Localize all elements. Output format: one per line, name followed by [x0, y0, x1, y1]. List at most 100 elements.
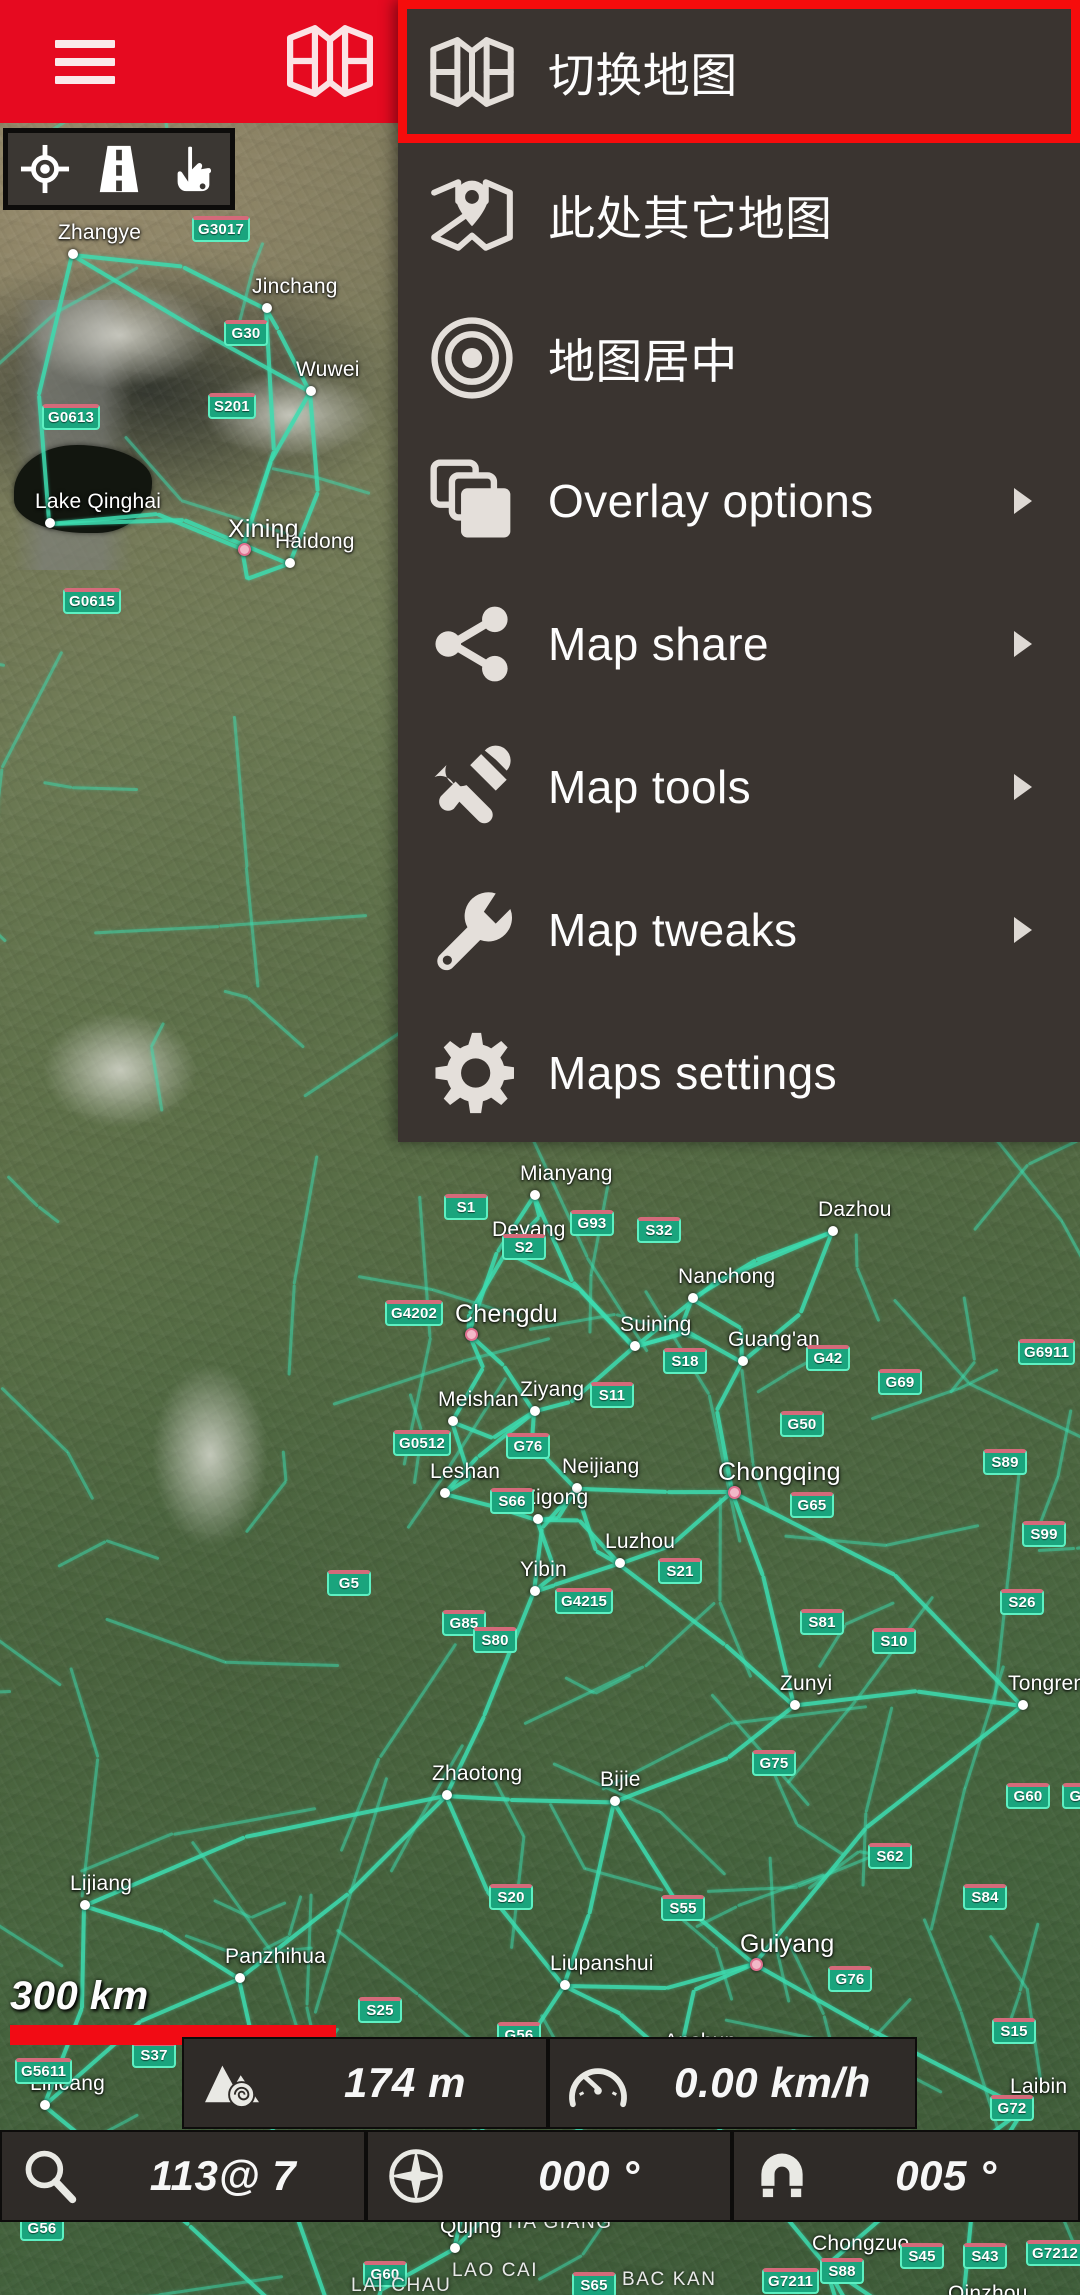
map-city-marker [45, 518, 55, 528]
speed-value: 0.00 km/h [674, 2059, 871, 2106]
highway-shield: G3017 [192, 216, 251, 242]
zoom-panel[interactable]: 113@ 7 [0, 2130, 366, 2222]
menu-item-[interactable]: 地图居中 [398, 286, 1080, 429]
map-city-marker [533, 1514, 543, 1524]
highway-shield: S66 [490, 1488, 534, 1514]
highway-shield: S62 [868, 1843, 912, 1869]
map-city-label: Nanchong [678, 1265, 776, 1288]
chevron-right-icon [1014, 773, 1032, 800]
highway-shield: S2 [502, 1234, 546, 1260]
menu-item-label: 此处其它地图 [548, 192, 833, 245]
highway-shield: S88 [820, 2258, 864, 2284]
map-city-marker [750, 1958, 763, 1971]
map-city-label: Panzhihua [225, 1945, 327, 1968]
highway-shield: G93 [570, 1210, 614, 1236]
map-city-label: Meishan [438, 1388, 519, 1411]
menu-item-label: Map share [548, 617, 769, 670]
menu-item-maps-settings[interactable]: Maps settings [398, 1001, 1080, 1144]
map-city-label: Ziyang [520, 1378, 585, 1401]
altitude-panel[interactable]: 174 m [182, 2037, 548, 2129]
hamburger-menu-icon[interactable] [55, 40, 115, 84]
menu-item-[interactable]: 此处其它地图 [398, 143, 1080, 286]
map-region-label: BAC KAN [622, 2269, 717, 2290]
highway-shield: S55 [661, 1895, 705, 1921]
compass-rose-icon [368, 2132, 464, 2220]
map-city-label: Zhaotong [432, 1762, 523, 1785]
highway-shield: S65 [572, 2272, 616, 2295]
zoom-value: 113@ 7 [149, 2152, 297, 2199]
map-city-label: Qinzhou [948, 2282, 1028, 2295]
menu-item-map-tweaks[interactable]: Map tweaks [398, 858, 1080, 1001]
highway-shield: G30 [224, 320, 268, 346]
menu-item-map-tools[interactable]: Map tools [398, 715, 1080, 858]
highway-shield: G56 [1062, 1783, 1080, 1809]
highway-shield: S15 [992, 2018, 1036, 2044]
target-rings-icon [426, 312, 518, 404]
map-city-label: Tongren [1008, 1672, 1080, 1695]
tools-icon [426, 741, 518, 833]
menu-item-map-share[interactable]: Map share [398, 572, 1080, 715]
highway-shield: G5611 [15, 2058, 73, 2084]
highway-shield: S99 [1022, 1521, 1066, 1547]
map-city-label: Luzhou [605, 1530, 676, 1553]
highway-shield: G75 [752, 1750, 796, 1776]
chevron-right-icon [1014, 487, 1032, 514]
map-city-marker [285, 558, 295, 568]
map-city-label: Lake Qinghai [35, 490, 162, 513]
wrench-icon [426, 884, 518, 976]
road-segment [666, 1490, 733, 1495]
map-city-marker [306, 386, 316, 396]
speed-panel[interactable]: 0.00 km/h [548, 2037, 917, 2129]
map-city-marker [1018, 1700, 1028, 1710]
highway-shield: S81 [800, 1609, 844, 1635]
map-city-marker [80, 1900, 90, 1910]
highway-shield: G42 [806, 1345, 850, 1371]
map-city-label: Chengdu [455, 1300, 558, 1328]
highway-shield: S89 [983, 1449, 1027, 1475]
highway-shield: S26 [1000, 1589, 1044, 1615]
app-root: Zhangye Jinchang Wuwei Lake Qinghai Xining Ha… [0, 0, 1080, 2295]
highway-shield: G4215 [555, 1588, 614, 1614]
menu-item-overlay-options[interactable]: Overlay options [398, 429, 1080, 572]
map-city-label: Bijie [600, 1768, 641, 1791]
map-city-label: Zunyi [780, 1672, 833, 1695]
map-city-marker [448, 1416, 458, 1426]
crosshair-target-icon[interactable] [19, 143, 71, 195]
highway-shield: S84 [963, 1884, 1007, 1910]
gear-icon [426, 1027, 518, 1119]
hand-pointer-icon[interactable] [167, 143, 219, 195]
menu-item-[interactable]: 切换地图 [398, 0, 1080, 143]
map-city-marker [688, 1293, 698, 1303]
highway-shield: S10 [872, 1628, 916, 1654]
mountain-icon [184, 2039, 280, 2127]
magnet-icon [734, 2132, 830, 2220]
map-region-label: LAI CHAU [351, 2275, 452, 2295]
map-city-label: Yibin [520, 1558, 567, 1581]
highway-shield: G50 [780, 1411, 824, 1437]
highway-shield: S45 [900, 2243, 944, 2269]
highway-shield: S37 [132, 2042, 176, 2068]
chevron-right-icon [1014, 630, 1032, 657]
status-row-bottom: 113@ 7 000 ° 005 ° [0, 2130, 1080, 2222]
heading-panel[interactable]: 005 ° [732, 2130, 1080, 2222]
map-icon[interactable] [285, 22, 375, 100]
highway-shield: G6911 [1018, 1339, 1076, 1365]
highway-shield: G0512 [393, 1430, 452, 1456]
map-city-label: Liupanshui [550, 1952, 654, 1975]
course-panel[interactable]: 000 ° [366, 2130, 732, 2222]
map-city-marker [530, 1586, 540, 1596]
map-city-label: Jinchang [252, 275, 338, 298]
layers-icon [426, 455, 518, 547]
highway-shield: G76 [828, 1966, 872, 1992]
map-city-marker [40, 2100, 50, 2110]
map-city-marker [442, 1790, 452, 1800]
scale-label: 300 km [10, 1974, 149, 2018]
highway-shield: G65 [790, 1492, 834, 1518]
heading-value: 005 ° [895, 2152, 997, 2199]
road-icon[interactable] [93, 143, 145, 195]
menu-item-label: 地图居中 [548, 335, 738, 388]
highway-shield: S11 [590, 1382, 634, 1408]
map-city-marker [530, 1190, 540, 1200]
highway-shield: G7211 [762, 2268, 820, 2294]
menu-item-label: Map tweaks [548, 903, 798, 956]
